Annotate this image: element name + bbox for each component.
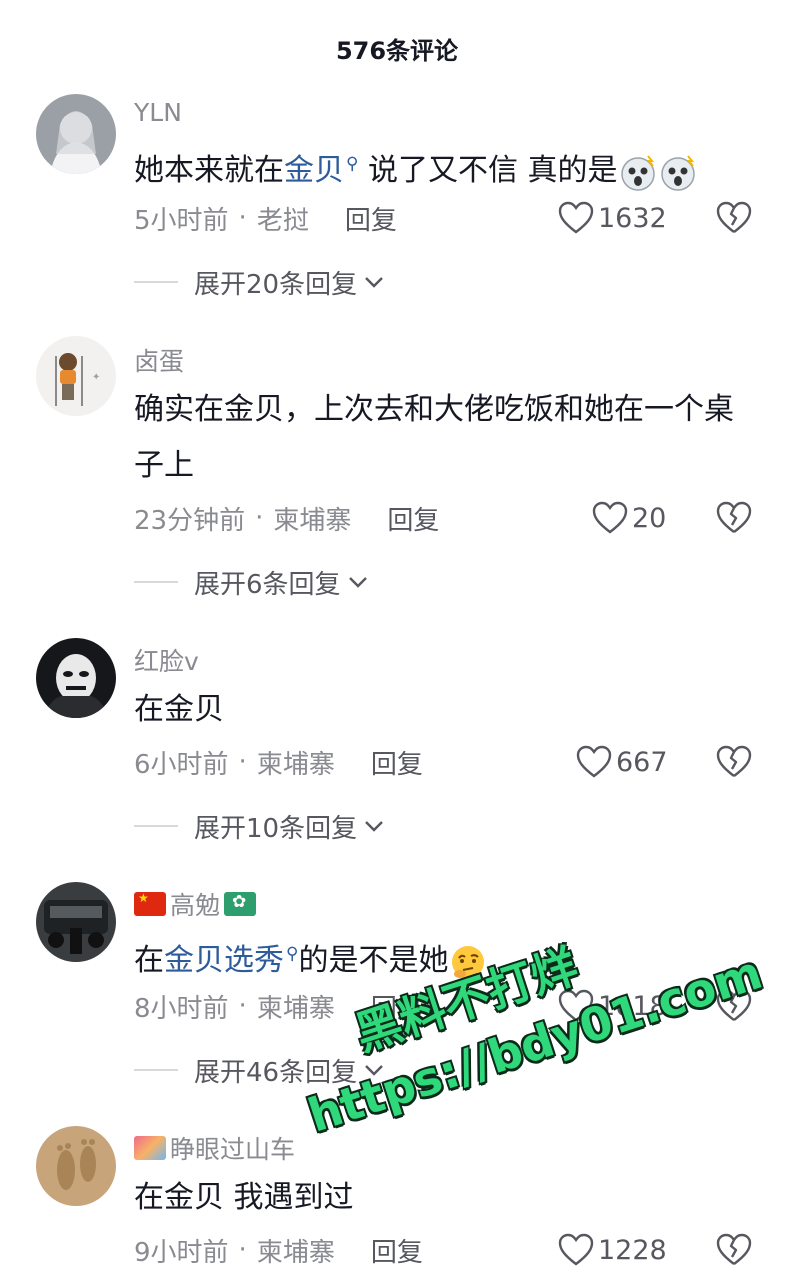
comment-text: 确实在金贝，上次去和大佬吃饭和她在一个桌子上	[134, 392, 734, 483]
shocked-emoji-icon	[658, 152, 698, 192]
search-link[interactable]: 金贝	[284, 153, 344, 188]
username[interactable]: 卤蛋	[134, 342, 184, 378]
broken-heart-icon	[716, 989, 752, 1021]
comment-time: 5小时前	[134, 205, 229, 236]
shocked-emoji-icon	[618, 152, 658, 192]
divider-line	[134, 1069, 178, 1071]
reply-button[interactable]: 回复	[371, 744, 423, 781]
separator-dot: ·	[238, 203, 247, 233]
heart-icon	[558, 201, 594, 234]
username[interactable]: 高勉	[134, 886, 260, 922]
comment-text: 在金贝选秀 ⚲的是不是她	[134, 926, 754, 989]
comments-header: 576条评论	[0, 0, 794, 96]
like-count: 20	[632, 502, 667, 534]
dislike-button[interactable]	[716, 200, 752, 236]
avatar[interactable]	[36, 1126, 116, 1206]
macau-flag-icon	[224, 892, 257, 916]
expand-replies-button[interactable]: 展开6条回复	[134, 562, 369, 602]
like-button[interactable]: 20	[592, 498, 666, 538]
broken-heart-icon	[716, 745, 752, 777]
comment-time: 8小时前	[134, 993, 229, 1024]
expand-replies-button[interactable]: 展开20条回复	[134, 262, 385, 302]
broken-heart-icon	[716, 1233, 752, 1265]
search-icon[interactable]: ⚲	[346, 154, 358, 174]
search-icon[interactable]: ⚲	[286, 944, 298, 964]
reply-button[interactable]: 回复	[345, 200, 397, 237]
divider-line	[134, 281, 178, 283]
comment-time: 23分钟前	[134, 505, 246, 536]
comment-time: 9小时前	[134, 1237, 229, 1268]
chevron-down-icon	[365, 821, 383, 832]
china-flag-icon	[134, 892, 166, 916]
chevron-down-icon	[365, 277, 383, 288]
comment-location: 老挝	[256, 205, 309, 236]
reply-button[interactable]: 回复	[387, 500, 439, 537]
username[interactable]: 睁眼过山车	[134, 1130, 295, 1166]
chevron-down-icon	[365, 1065, 383, 1076]
comment-location: 柬埔寨	[256, 993, 335, 1024]
comment-count-title: 576条评论	[335, 36, 459, 65]
svg-text:✦: ✦	[92, 372, 100, 383]
divider-line	[134, 825, 178, 827]
reply-button[interactable]: 回复	[371, 988, 423, 1025]
dislike-button[interactable]	[716, 744, 752, 780]
reply-button[interactable]: 回复	[371, 1232, 423, 1269]
like-button[interactable]: 667	[576, 742, 668, 782]
comments-page: 576条评论 YLN 她本来就在金贝 ⚲ 说了又不信 真的是 5小时前 · 老挝 …	[0, 0, 794, 1280]
username[interactable]: 红脸v	[134, 642, 199, 678]
avatar[interactable]: ✦	[36, 336, 116, 416]
like-count: 667	[616, 746, 668, 778]
search-link[interactable]: 金贝选秀	[164, 943, 284, 978]
divider-line	[134, 581, 178, 583]
separator-dot: ·	[238, 747, 247, 777]
like-count: 1018	[598, 990, 667, 1022]
app-badge-icon	[134, 1136, 166, 1160]
like-button[interactable]: 1228	[558, 1230, 667, 1270]
comment-text: 她本来就在金贝 ⚲ 说了又不信 真的是	[134, 136, 754, 199]
username[interactable]: YLN	[134, 98, 182, 127]
thinking-emoji-icon	[448, 942, 488, 982]
comment-time: 6小时前	[134, 749, 229, 780]
heart-icon	[558, 989, 594, 1022]
comment-location: 柬埔寨	[273, 505, 352, 536]
dislike-button[interactable]	[716, 988, 752, 1024]
avatar[interactable]	[36, 94, 116, 174]
like-count: 1632	[598, 202, 667, 234]
comment-location: 柬埔寨	[256, 749, 335, 780]
heart-icon	[592, 501, 628, 534]
like-count: 1228	[598, 1234, 667, 1266]
dislike-button[interactable]	[716, 500, 752, 536]
like-button[interactable]: 1018	[558, 986, 667, 1026]
separator-dot: ·	[238, 1235, 247, 1265]
expand-replies-button[interactable]: 展开46条回复	[134, 1050, 385, 1090]
separator-dot: ·	[255, 503, 264, 533]
avatar[interactable]	[36, 882, 116, 962]
dislike-button[interactable]	[716, 1232, 752, 1268]
chevron-down-icon	[348, 577, 367, 588]
like-button[interactable]: 1632	[558, 198, 667, 238]
comment-text: 在金贝	[134, 692, 224, 727]
avatar[interactable]	[36, 638, 116, 718]
broken-heart-icon	[716, 201, 752, 233]
separator-dot: ·	[238, 991, 247, 1021]
comment-location: 柬埔寨	[256, 1237, 335, 1268]
heart-icon	[576, 745, 612, 778]
broken-heart-icon	[716, 501, 752, 533]
heart-icon	[558, 1233, 594, 1266]
comment-text: 在金贝 我遇到过	[134, 1180, 354, 1215]
expand-replies-button[interactable]: 展开10条回复	[134, 806, 385, 846]
